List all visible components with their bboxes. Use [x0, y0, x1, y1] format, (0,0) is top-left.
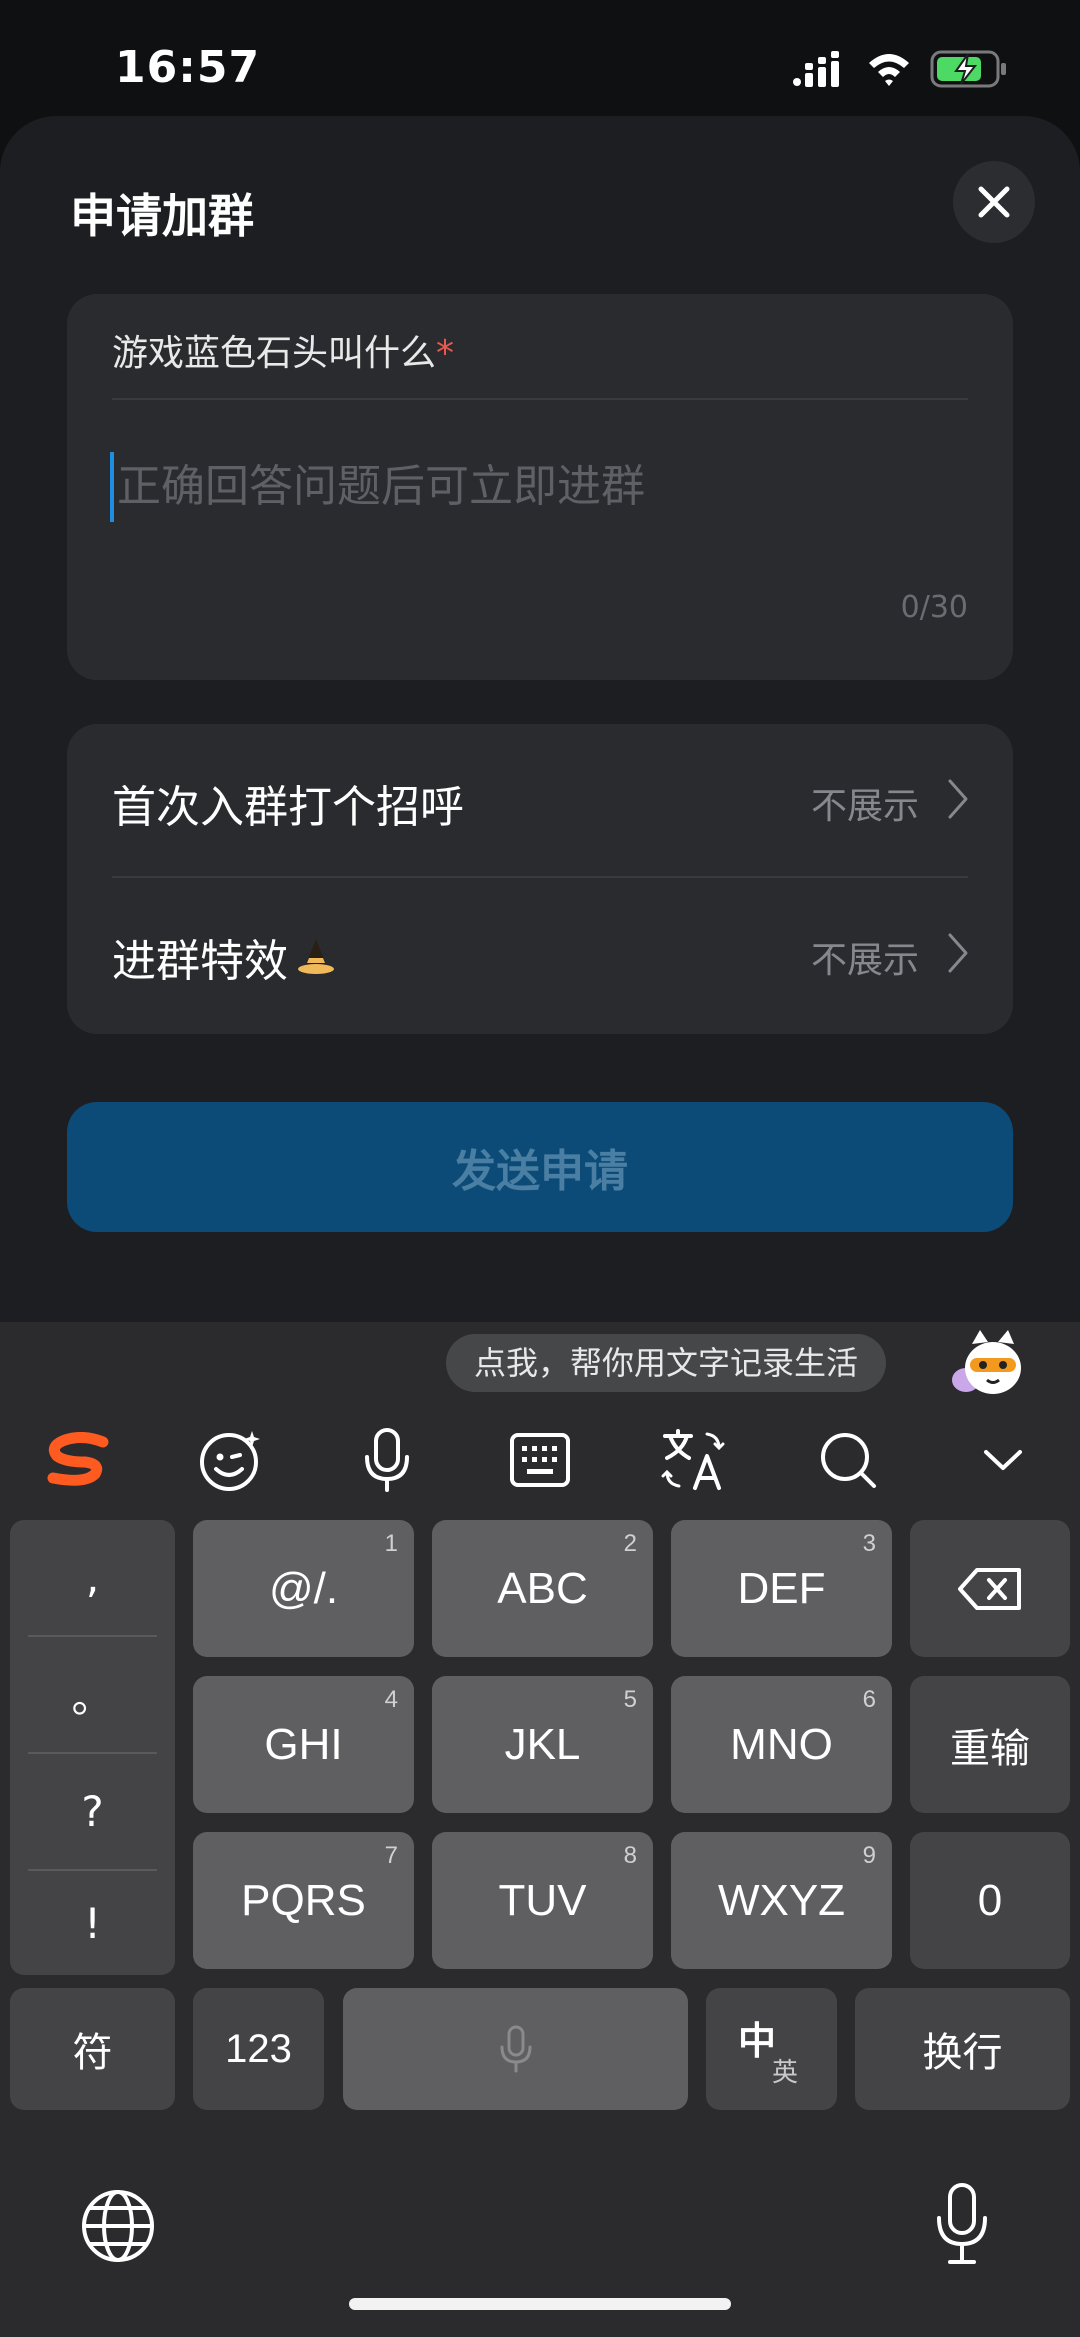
key-label: DEF — [737, 1563, 826, 1613]
key-4[interactable]: GHI 4 — [193, 1676, 414, 1813]
setting-label: 进群特效 — [112, 925, 336, 989]
key-label: ABC — [497, 1563, 588, 1613]
key-1[interactable]: @/. 1 — [193, 1520, 414, 1657]
numbers-key[interactable]: 123 — [193, 1988, 324, 2110]
setting-value: 不展示 — [810, 786, 919, 827]
key-label: PQRS — [241, 1875, 366, 1925]
settings-card: 首次入群打个招呼 不展示 进群特效 不展示 — [67, 724, 1013, 1034]
microphone-icon — [365, 1428, 409, 1492]
answer-input[interactable]: 正确回答问题后可立即进群 — [117, 450, 645, 514]
key-label: MNO — [730, 1719, 833, 1769]
hat-icon — [298, 939, 334, 974]
key-8[interactable]: TUV 8 — [432, 1832, 653, 1969]
divider — [112, 398, 968, 400]
language-sub-label: 英 — [772, 2057, 799, 2087]
key-label: TUV — [498, 1875, 587, 1925]
text-cursor — [110, 452, 114, 522]
character-counter: 0/30 — [900, 590, 968, 625]
key-number: 7 — [384, 1842, 398, 1869]
punct-key[interactable]: , — [10, 1520, 175, 1635]
language-main-label: 中 — [738, 2021, 777, 2063]
chevron-right-icon — [948, 779, 968, 819]
join-group-sheet: 申请加群 游戏蓝色石头叫什么* 正确回答问题后可立即进群 0/30 首次入群打个… — [0, 116, 1080, 1326]
zero-key[interactable]: 0 — [910, 1832, 1070, 1969]
close-button[interactable] — [953, 161, 1035, 243]
globe-icon[interactable] — [80, 2188, 156, 2264]
wifi-icon — [869, 54, 909, 86]
question-card: 游戏蓝色石头叫什么* 正确回答问题后可立即进群 0/30 — [67, 294, 1013, 680]
key-number: 1 — [384, 1530, 398, 1557]
voice-button[interactable] — [345, 1418, 429, 1502]
emoji-button[interactable] — [189, 1418, 273, 1502]
search-button[interactable] — [806, 1418, 890, 1502]
backspace-key[interactable] — [910, 1520, 1070, 1657]
divider — [112, 876, 968, 878]
key-5[interactable]: JKL 5 — [432, 1676, 653, 1813]
sheet-title: 申请加群 — [70, 189, 254, 243]
emoji-icon — [200, 1431, 260, 1491]
keyboard-icon — [510, 1433, 570, 1487]
close-icon — [978, 186, 1010, 218]
home-indicator — [349, 2298, 731, 2310]
setting-effect-row[interactable]: 进群特效 不展示 — [67, 882, 1013, 1032]
setting-label: 首次入群打个招呼 — [112, 782, 464, 833]
key-2[interactable]: ABC 2 — [432, 1520, 653, 1657]
required-mark: * — [436, 333, 455, 374]
key-number: 8 — [623, 1842, 637, 1869]
setting-value: 不展示 — [810, 940, 919, 981]
status-bar: 16:57 — [0, 0, 1080, 120]
chevron-down-icon — [984, 1450, 1022, 1470]
language-switch-key[interactable]: 中 英 — [706, 1988, 837, 2110]
translate-icon — [661, 1429, 725, 1490]
key-number: 6 — [862, 1686, 876, 1713]
search-icon — [821, 1433, 876, 1488]
key-label: JKL — [504, 1719, 581, 1769]
dictation-microphone-icon[interactable] — [934, 2182, 990, 2266]
key-number: 9 — [862, 1842, 876, 1869]
punctuation-column: , 。 ? ! — [10, 1520, 175, 1975]
punct-key[interactable]: ? — [10, 1754, 175, 1869]
chevron-right-icon — [948, 933, 968, 973]
space-key[interactable] — [343, 1988, 688, 2110]
key-number: 3 — [862, 1530, 876, 1557]
key-number: 4 — [384, 1686, 398, 1713]
keyboard-layout-button[interactable] — [498, 1418, 582, 1502]
microphone-icon — [500, 2025, 531, 2073]
keyboard: 点我，帮你用文字记录生活 , 。 ? ! @/. 1 ABC 2 DEF 3 G… — [0, 1322, 1080, 2337]
key-7[interactable]: PQRS 7 — [193, 1832, 414, 1969]
punct-key[interactable]: 。 — [10, 1637, 175, 1752]
backspace-icon — [958, 1567, 1021, 1610]
key-number: 5 — [623, 1686, 637, 1713]
cellular-signal-icon — [793, 51, 839, 87]
newline-key[interactable]: 换行 — [855, 1988, 1070, 2110]
key-number: 2 — [623, 1530, 637, 1557]
symbols-key[interactable]: 符 — [10, 1988, 175, 2110]
punct-key[interactable]: ! — [10, 1871, 175, 1975]
status-time: 16:57 — [115, 42, 261, 93]
key-9[interactable]: WXYZ 9 — [671, 1832, 892, 1969]
reenter-key[interactable]: 重输 — [910, 1676, 1070, 1813]
logo-s-icon — [47, 1432, 109, 1486]
send-request-button[interactable]: 发送申请 — [67, 1102, 1013, 1232]
key-6[interactable]: MNO 6 — [671, 1676, 892, 1813]
key-label: @/. — [268, 1563, 339, 1613]
setting-greeting-row[interactable]: 首次入群打个招呼 不展示 — [67, 728, 1013, 878]
key-3[interactable]: DEF 3 — [671, 1520, 892, 1657]
collapse-keyboard-button[interactable] — [961, 1418, 1045, 1502]
mascot-icon[interactable] — [950, 1322, 1036, 1408]
key-label: WXYZ — [717, 1875, 846, 1925]
key-label: GHI — [264, 1719, 343, 1769]
translate-button[interactable] — [651, 1418, 735, 1502]
question-label: 游戏蓝色石头叫什么* — [112, 333, 455, 374]
suggestion-bubble[interactable]: 点我，帮你用文字记录生活 — [446, 1334, 887, 1392]
status-icons — [792, 50, 1008, 88]
sogou-logo-icon[interactable] — [36, 1418, 120, 1502]
battery-charging-icon — [930, 50, 1006, 88]
